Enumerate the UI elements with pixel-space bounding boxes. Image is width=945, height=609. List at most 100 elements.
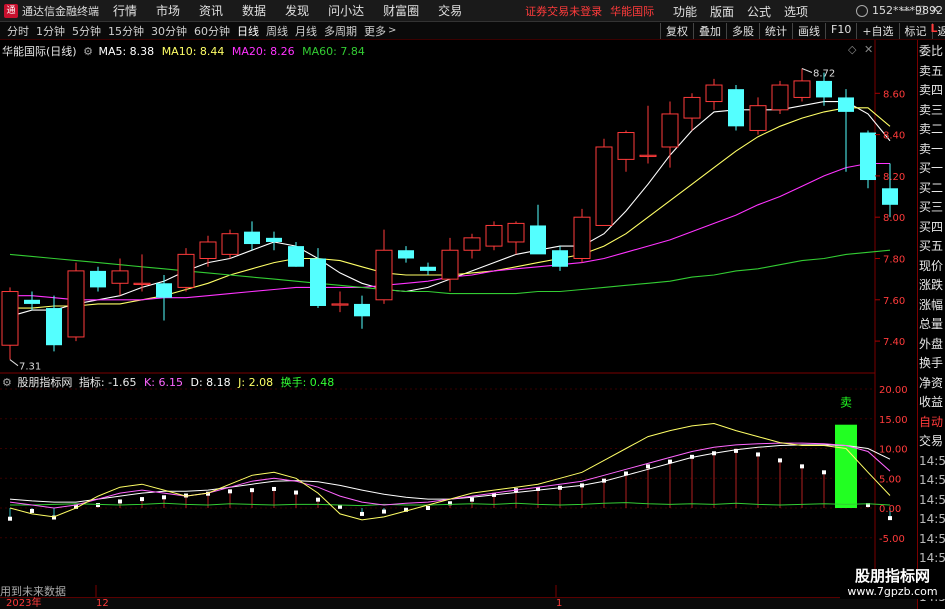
candle-bearish[interactable] [552,250,568,267]
candle-bearish[interactable] [728,89,744,127]
menu-item-news[interactable]: 资讯 [199,2,223,19]
candle-bearish[interactable] [530,225,546,255]
side-item: 收益 [919,395,944,409]
tool-adjust[interactable]: 复权 [660,23,693,39]
candle-bearish[interactable] [816,80,832,98]
period-daily[interactable]: 日线 [237,23,259,39]
candle-bearish[interactable] [266,237,282,242]
close-pane-icon[interactable]: ✕ [864,43,873,56]
candle-bullish[interactable] [771,84,789,111]
login-status[interactable]: 证券交易未登录 [525,3,602,19]
period-15min[interactable]: 15分钟 [108,23,144,39]
chevron-right-icon[interactable]: > [388,25,396,36]
candle-bullish[interactable] [661,113,679,148]
menu-item-options[interactable]: 选项 [784,3,808,20]
period-monthly[interactable]: 月线 [295,23,317,39]
window-controls: — □ ✕ [900,3,940,16]
menu-item-exchange[interactable]: 市场 [156,2,180,19]
menu-item-ask[interactable]: 问小达 [328,2,364,19]
candle-bearish[interactable] [24,299,40,304]
candle-bullish[interactable] [1,291,19,346]
period-more[interactable]: 更多 [364,23,386,39]
menu-item-market[interactable]: 行情 [113,2,137,19]
diamond-icon[interactable]: ◇ [848,43,856,56]
menu-item-layout[interactable]: 版面 [710,3,734,20]
candle-bullish[interactable] [221,233,239,255]
period-timeshare[interactable]: 分时 [7,23,29,39]
menu-item-wealth-circle[interactable]: 财富圈 [383,2,419,19]
side-item: 卖一 [919,141,944,156]
user-icon[interactable] [856,5,868,17]
period-60min[interactable]: 60分钟 [194,23,230,39]
chart-area[interactable]: 卖 8.60 8.40 8.20 8.00 7.80 7.60 7.40 20.00 15.00… [0,40,917,597]
candle-bearish[interactable] [90,270,106,288]
tool-draw-line[interactable]: 画线 [792,23,825,39]
period-5min[interactable]: 5分钟 [72,23,101,39]
candle-bullish[interactable] [573,216,591,259]
period-multi[interactable]: 多周期 [324,23,357,39]
maximize-icon[interactable]: □ [915,3,925,16]
candle-bullish[interactable] [177,253,195,288]
tool-add-watchlist[interactable]: +自选 [856,23,898,39]
candle-bearish[interactable] [244,231,260,245]
indicator-tick-label: 20.00 [879,385,908,396]
main-legend: 华能国际(日线) ⚙ MA5: 8.38 MA10: 8.44 MA20: 8.… [2,43,365,59]
candle-bullish[interactable] [793,80,811,98]
candle-bearish[interactable] [354,303,370,317]
candle-bearish[interactable] [838,97,854,112]
candle-bearish[interactable] [156,283,172,298]
candle-bullish[interactable] [507,222,525,243]
tool-multi-stock[interactable]: 多股 [726,23,759,39]
candle-bullish[interactable] [199,241,217,259]
period-1min[interactable]: 1分钟 [36,23,65,39]
menu-item-trade[interactable]: 交易 [438,2,462,19]
candle-bullish[interactable] [133,282,151,285]
candle-bullish[interactable] [617,132,635,160]
candle-bearish[interactable] [420,266,436,271]
settings-gear-icon[interactable]: ⚙ [83,45,93,58]
tool-statistics[interactable]: 统计 [759,23,792,39]
tool-f10[interactable]: F10 [825,23,856,39]
indicator-dot [272,486,276,491]
price-tick-label: 8.60 [883,89,905,100]
ma10-label: MA10: 8.44 [161,45,225,58]
candle-bullish[interactable] [111,270,129,284]
indicator-dot [888,516,892,521]
close-icon[interactable]: ✕ [930,3,940,16]
price-tick-label: 7.60 [883,296,905,307]
period-weekly[interactable]: 周线 [266,23,288,39]
candle-layer[interactable] [1,68,898,360]
candle-bullish[interactable] [595,146,613,226]
menu-bar: 通 通达信金融终端 行情 市场 资讯 数据 发现 问小达 财富圈 交易 证券交易… [0,0,945,22]
candle-bearish[interactable] [310,258,326,306]
candle-bearish[interactable] [860,132,876,181]
indicator-name[interactable]: 股朋指标网 [17,376,72,389]
candle-bullish[interactable] [441,249,459,280]
candle-bullish[interactable] [485,224,503,247]
watermark: 股朋指标网 www.7gpzb.com [840,569,945,599]
candle-bullish[interactable] [683,96,701,119]
candle-bearish[interactable] [882,188,898,205]
candle-bullish[interactable] [705,84,723,103]
candle-bullish[interactable] [67,270,85,338]
indicator-gear-icon[interactable]: ⚙ [2,376,12,389]
menu-item-discover[interactable]: 发现 [285,2,309,19]
menu-item-function[interactable]: 功能 [673,3,697,20]
menu-item-data[interactable]: 数据 [242,2,266,19]
candle-bullish[interactable] [639,154,657,157]
side-item: 买一 [919,161,944,175]
candle-bearish[interactable] [288,246,304,267]
indicator-dot [30,508,34,513]
tool-overlay[interactable]: 叠加 [693,23,726,39]
candle-bullish[interactable] [749,105,767,131]
sell-signal-bar[interactable] [835,424,857,508]
candle-bullish[interactable] [375,249,393,301]
candle-bullish[interactable] [463,237,481,251]
candle-bearish[interactable] [46,308,62,346]
menu-item-formula[interactable]: 公式 [747,3,771,20]
candle-bullish[interactable] [331,303,349,306]
indicator-dot [646,464,650,469]
candle-bearish[interactable] [398,250,414,259]
minimize-icon[interactable]: — [900,3,911,16]
period-30min[interactable]: 30分钟 [151,23,187,39]
